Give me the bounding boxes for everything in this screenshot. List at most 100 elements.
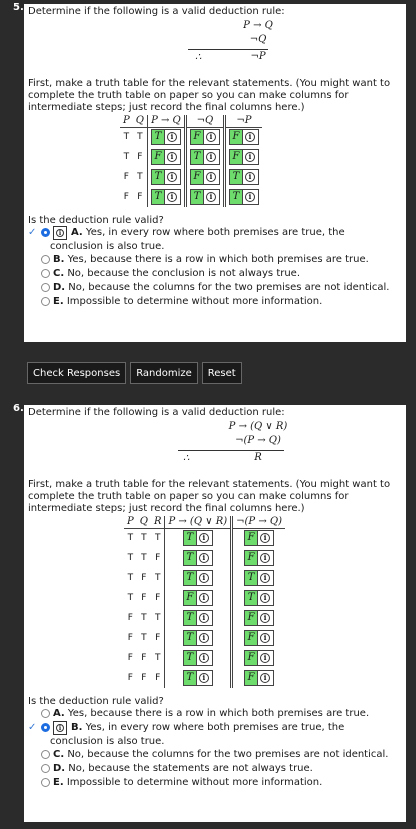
truth-value-selector[interactable]: Fi (244, 530, 275, 547)
info-button[interactable]: i (203, 189, 220, 205)
info-button[interactable]: i (53, 226, 67, 240)
truth-value-selector[interactable]: Fi (189, 169, 220, 185)
radio-button[interactable] (41, 764, 50, 773)
info-button[interactable]: i (196, 530, 213, 547)
truth-value[interactable]: T (182, 550, 197, 566)
radio-button[interactable] (41, 778, 50, 787)
info-button[interactable]: i (196, 570, 213, 586)
info-button[interactable]: i (196, 630, 213, 646)
truth-value-selector[interactable]: Fi (182, 590, 213, 606)
truth-value[interactable]: T (150, 129, 165, 146)
info-button[interactable]: i (196, 590, 213, 606)
truth-value[interactable]: T (228, 169, 243, 185)
truth-value-selector[interactable]: Fi (244, 630, 275, 646)
truth-value-selector[interactable]: Fi (244, 670, 275, 686)
truth-value[interactable]: T (182, 570, 197, 586)
info-button[interactable]: i (258, 530, 275, 547)
radio-button[interactable] (41, 709, 50, 718)
info-button[interactable]: i (242, 189, 259, 205)
info-button[interactable]: i (258, 590, 275, 606)
truth-value-selector[interactable]: Ti (182, 550, 213, 566)
answer-option[interactable]: ✓ i A. Yes, in every row where both premis… (28, 226, 402, 240)
truth-value[interactable]: F (189, 129, 204, 146)
truth-value-selector[interactable]: Ti (182, 630, 213, 646)
info-button[interactable]: i (196, 610, 213, 626)
radio-button[interactable] (41, 723, 50, 732)
check-responses-button[interactable]: Check Responses (27, 362, 127, 384)
radio-button[interactable] (41, 269, 50, 278)
info-button[interactable]: i (258, 650, 275, 666)
info-button[interactable]: i (196, 550, 213, 566)
truth-value-selector[interactable]: Ti (182, 650, 213, 666)
info-button[interactable]: i (258, 610, 275, 626)
info-button[interactable]: i (203, 129, 220, 146)
truth-value-selector[interactable]: Ti (244, 570, 275, 586)
truth-value[interactable]: T (182, 610, 197, 626)
info-button[interactable]: i (164, 129, 181, 146)
answer-option[interactable]: ✓ i B. Yes, in every row where both premis… (28, 721, 402, 735)
truth-value[interactable]: T (189, 149, 204, 165)
truth-value[interactable]: T (189, 189, 204, 205)
radio-button[interactable] (41, 283, 50, 292)
truth-value-selector[interactable]: Ti (182, 610, 213, 626)
truth-value[interactable]: F (244, 550, 259, 566)
radio-button[interactable] (41, 228, 50, 237)
truth-value-selector[interactable]: Ti (182, 670, 213, 686)
radio-button[interactable] (41, 297, 50, 306)
truth-value[interactable]: T (244, 570, 259, 586)
answer-option[interactable]: E. Impossible to determine without more … (28, 776, 402, 790)
truth-value[interactable]: T (150, 169, 165, 185)
truth-value-selector[interactable]: Ti (189, 189, 220, 205)
info-button[interactable]: i (164, 169, 181, 185)
truth-value-selector[interactable]: Fi (228, 149, 259, 165)
truth-value[interactable]: F (244, 670, 259, 686)
truth-value-selector[interactable]: Ti (182, 570, 213, 586)
truth-value[interactable]: F (182, 590, 197, 606)
truth-value[interactable]: T (182, 670, 197, 686)
reset-button[interactable]: Reset (201, 362, 242, 384)
truth-value-selector[interactable]: Ti (150, 129, 181, 146)
truth-value-selector[interactable]: Fi (244, 610, 275, 626)
info-button[interactable]: i (242, 149, 259, 165)
truth-value[interactable]: F (228, 129, 243, 146)
truth-value-selector[interactable]: Fi (150, 149, 181, 165)
answer-option[interactable]: B. Yes, because there is a row in which … (28, 253, 402, 267)
info-button[interactable]: i (203, 169, 220, 185)
info-button[interactable]: i (258, 550, 275, 566)
truth-value-selector[interactable]: Ti (244, 590, 275, 606)
radio-button[interactable] (41, 750, 50, 759)
truth-value[interactable]: F (244, 530, 259, 547)
truth-value[interactable]: F (244, 610, 259, 626)
truth-value[interactable]: T (150, 189, 165, 205)
truth-value[interactable]: F (189, 169, 204, 185)
info-button[interactable]: i (258, 630, 275, 646)
truth-value[interactable]: F (244, 650, 259, 666)
truth-value[interactable]: T (182, 650, 197, 666)
radio-button[interactable] (41, 255, 50, 264)
answer-option[interactable]: E. Impossible to determine without more … (28, 295, 402, 309)
answer-option[interactable]: A. Yes, because there is a row in which … (28, 707, 402, 721)
truth-value-selector[interactable]: Fi (189, 129, 220, 146)
truth-value-selector[interactable]: Ti (189, 149, 220, 165)
answer-option[interactable]: C. No, because the conclusion is not alw… (28, 267, 402, 281)
truth-value[interactable]: T (244, 590, 259, 606)
info-button[interactable]: i (53, 721, 67, 735)
info-button[interactable]: i (242, 169, 259, 185)
truth-value-selector[interactable]: Ti (150, 169, 181, 185)
answer-option[interactable]: D. No, because the columns for the two p… (28, 281, 402, 295)
info-button[interactable]: i (164, 189, 181, 205)
info-button[interactable]: i (164, 149, 181, 165)
truth-value-selector[interactable]: Fi (244, 550, 275, 566)
info-button[interactable]: i (196, 670, 213, 686)
info-button[interactable]: i (258, 670, 275, 686)
truth-value[interactable]: T (228, 189, 243, 205)
truth-value[interactable]: F (150, 149, 165, 165)
truth-value-selector[interactable]: Ti (182, 530, 213, 547)
truth-value[interactable]: T (182, 630, 197, 646)
info-button[interactable]: i (258, 570, 275, 586)
info-button[interactable]: i (242, 129, 259, 146)
randomize-button[interactable]: Randomize (130, 362, 198, 384)
info-button[interactable]: i (196, 650, 213, 666)
truth-value-selector[interactable]: Fi (228, 129, 259, 146)
truth-value-selector[interactable]: Ti (228, 189, 259, 205)
